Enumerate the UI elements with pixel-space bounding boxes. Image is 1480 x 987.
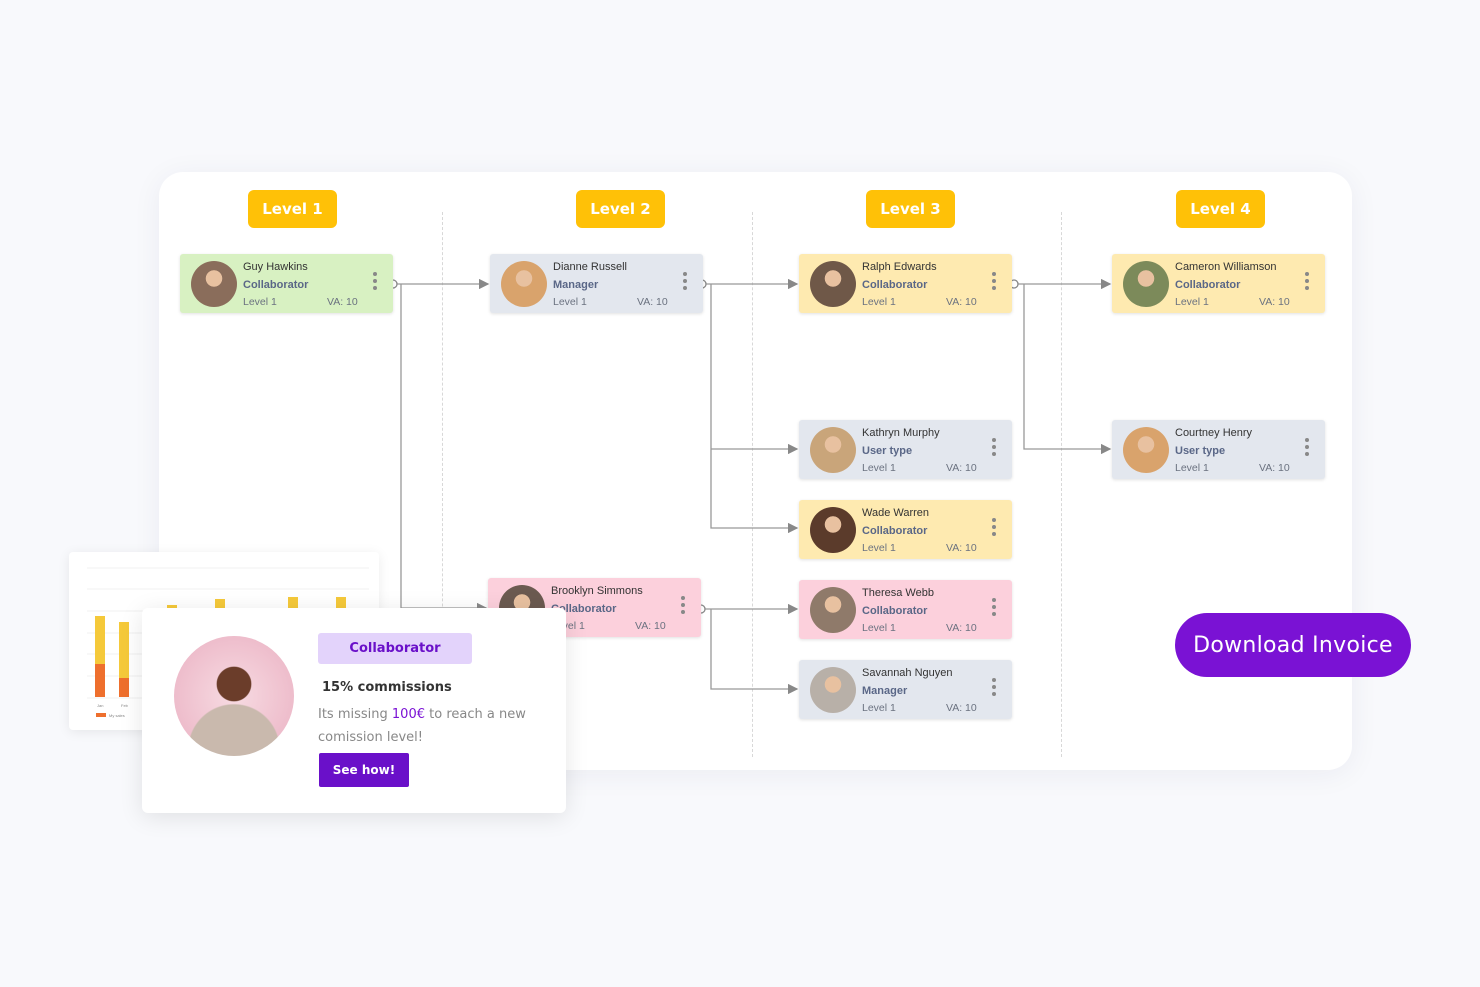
x-tick: Feb — [121, 703, 129, 708]
person-va: VA: 10 — [946, 622, 977, 634]
person-role: Collaborator — [862, 279, 928, 291]
avatar — [1123, 261, 1169, 307]
commission-text: 15% commissions — [322, 680, 452, 695]
x-tick: Jan — [97, 703, 103, 708]
more-options-icon[interactable] — [992, 438, 996, 459]
person-name: Guy Hawkins — [243, 261, 308, 273]
avatar — [810, 667, 856, 713]
person-va: VA: 10 — [946, 702, 977, 714]
person-level: Level 1 — [862, 462, 896, 474]
person-level: Level 1 — [1175, 462, 1209, 474]
avatar — [810, 427, 856, 473]
person-role: Collaborator — [1175, 279, 1241, 291]
role-tag: Collaborator — [318, 633, 472, 664]
person-va: VA: 10 — [635, 620, 666, 632]
person-va: VA: 10 — [946, 542, 977, 554]
person-card[interactable]: Courtney Henry User type Level 1 VA: 10 — [1112, 420, 1325, 479]
avatar — [810, 507, 856, 553]
bar — [95, 616, 105, 664]
person-role: User type — [1175, 445, 1226, 457]
person-level: Level 1 — [243, 296, 277, 308]
missing-amount: 100€ — [391, 707, 425, 722]
person-name: Dianne Russell — [553, 261, 627, 273]
download-invoice-button[interactable]: Download Invoice — [1175, 613, 1411, 677]
person-card[interactable]: Theresa Webb Collaborator Level 1 VA: 10 — [799, 580, 1012, 639]
person-role: Collaborator — [243, 279, 309, 291]
person-card[interactable]: Dianne Russell Manager Level 1 VA: 10 — [490, 254, 703, 313]
avatar — [1123, 427, 1169, 473]
legend-label: My sales — [109, 713, 125, 718]
person-level: Level 1 — [862, 542, 896, 554]
legend-swatch — [96, 713, 106, 717]
person-role: Manager — [553, 279, 599, 291]
commission-message: Its missing 100€ to reach a new comissio… — [318, 703, 553, 749]
person-card[interactable]: Guy Hawkins Collaborator Level 1 VA: 10 — [180, 254, 393, 313]
commission-promo-card: Collaborator 15% commissions Its missing… — [142, 608, 566, 813]
person-va: VA: 10 — [637, 296, 668, 308]
person-name: Courtney Henry — [1175, 427, 1253, 439]
person-level: Level 1 — [1175, 296, 1209, 308]
person-level: Level 1 — [862, 702, 896, 714]
more-options-icon[interactable] — [992, 678, 996, 699]
more-options-icon[interactable] — [992, 518, 996, 539]
person-name: Kathryn Murphy — [862, 427, 940, 439]
person-role: Collaborator — [862, 605, 928, 617]
person-level: Level 1 — [553, 296, 587, 308]
person-level: Level 1 — [862, 296, 896, 308]
user-photo — [174, 636, 294, 756]
connector-lines — [388, 278, 1112, 695]
more-options-icon[interactable] — [683, 272, 687, 293]
person-name: Theresa Webb — [862, 587, 934, 599]
person-name: Wade Warren — [862, 507, 930, 519]
bar — [119, 622, 129, 678]
more-options-icon[interactable] — [992, 272, 996, 293]
avatar — [810, 587, 856, 633]
person-role: Collaborator — [862, 525, 928, 537]
person-card[interactable]: Ralph Edwards Collaborator Level 1 VA: 1… — [799, 254, 1012, 313]
person-card[interactable]: Wade Warren Collaborator Level 1 VA: 10 — [799, 500, 1012, 559]
see-how-button[interactable]: See how! — [319, 753, 409, 787]
person-card[interactable]: Cameron Williamson Collaborator Level 1 … — [1112, 254, 1325, 313]
person-va: VA: 10 — [327, 296, 358, 308]
person-name: Cameron Williamson — [1175, 261, 1277, 273]
avatar — [191, 261, 237, 307]
person-name: Savannah Nguyen — [862, 667, 953, 679]
more-options-icon[interactable] — [1305, 272, 1309, 293]
bar — [119, 678, 129, 697]
person-va: VA: 10 — [946, 296, 977, 308]
person-va: VA: 10 — [946, 462, 977, 474]
more-options-icon[interactable] — [992, 598, 996, 619]
person-role: User type — [862, 445, 913, 457]
person-va: VA: 10 — [1259, 462, 1290, 474]
avatar — [501, 261, 547, 307]
bar — [95, 664, 105, 697]
msg-pre: Its missing — [318, 707, 392, 722]
person-name: Brooklyn Simmons — [551, 585, 643, 597]
person-level: Level 1 — [862, 622, 896, 634]
person-name: Ralph Edwards — [862, 261, 937, 273]
person-card[interactable]: Kathryn Murphy User type Level 1 VA: 10 — [799, 420, 1012, 479]
person-va: VA: 10 — [1259, 296, 1290, 308]
avatar — [810, 261, 856, 307]
person-card[interactable]: Savannah Nguyen Manager Level 1 VA: 10 — [799, 660, 1012, 719]
more-options-icon[interactable] — [1305, 438, 1309, 459]
more-options-icon[interactable] — [373, 272, 377, 293]
more-options-icon[interactable] — [681, 596, 685, 617]
person-role: Manager — [862, 685, 908, 697]
